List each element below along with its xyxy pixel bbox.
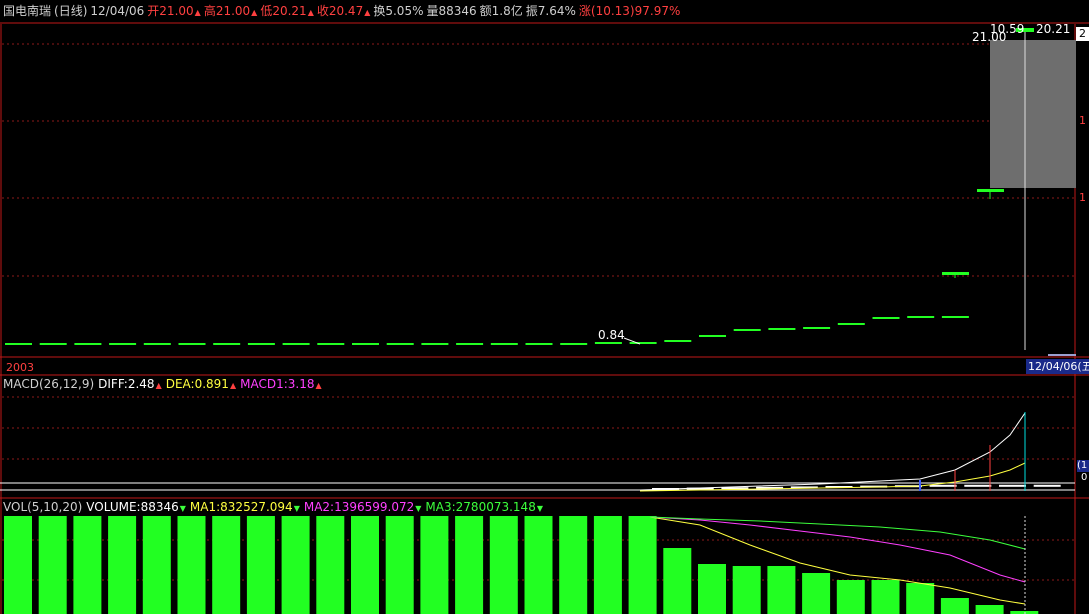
price-candle [39, 343, 67, 345]
vol-title[interactable]: VOL(5,10,20) [3, 500, 82, 514]
vol-title-bar: VOL(5,10,20) VOLUME:88346 MA1:832527.094 MA… [3, 500, 547, 514]
volume-bar [455, 516, 484, 614]
volume-bar [4, 516, 32, 614]
price-candle [837, 323, 865, 325]
chart-canvas[interactable] [0, 0, 1089, 614]
volume-bar [940, 598, 969, 614]
macd-right-label-1: (1 [1077, 460, 1089, 472]
volume-bar [767, 566, 796, 614]
volume-bar [177, 516, 206, 614]
macd-bar [1033, 484, 1061, 487]
macd-right-label-2: 0 [1081, 472, 1088, 483]
price-candle [594, 342, 622, 344]
macd-title-bar: MACD(26,12,9) DIFF:2.48 DEA:0.891 MACD1:3.1… [3, 377, 326, 391]
macd-bar [964, 484, 992, 487]
volume-bar [802, 573, 831, 614]
price-candle [5, 343, 32, 345]
price-candle [421, 343, 449, 345]
price-candle [386, 343, 414, 345]
volume-bar [246, 516, 275, 614]
volume-bar [732, 566, 761, 614]
date-cursor-label: 12/04/06(五 [1026, 359, 1089, 374]
right-axis-tick-1: 1 [1079, 114, 1086, 127]
macd-bar [929, 484, 957, 487]
price-candle [143, 343, 171, 345]
price-candle [247, 343, 275, 345]
right-axis-current-marker[interactable]: 2 [1076, 27, 1089, 41]
price-candle [872, 317, 900, 319]
price-candle [560, 343, 588, 345]
price-candle [282, 343, 310, 345]
price-candle [907, 316, 935, 318]
right-axis-tick-2: 1 [1079, 191, 1086, 204]
volume-bar [420, 516, 449, 614]
price-candle [352, 343, 379, 345]
price-candles [5, 316, 969, 345]
vol-volume: VOLUME:88346 [86, 500, 186, 514]
price-candle [317, 343, 345, 345]
volume-bar [906, 583, 935, 614]
volume-bar [593, 516, 622, 614]
volume-bar [38, 516, 67, 614]
price-candle [941, 316, 969, 318]
vol-ma1: MA1:832527.094 [190, 500, 300, 514]
vol-ma3-line [649, 516, 1026, 550]
volume-bar [698, 564, 726, 614]
price-candle [456, 343, 484, 345]
price-candle [490, 343, 518, 345]
big-candle-body[interactable] [990, 40, 1076, 188]
volume-bar [628, 516, 657, 614]
macd-macd1: MACD1:3.18 [240, 377, 322, 391]
price-candle [109, 343, 137, 345]
volume-bar [975, 605, 1004, 614]
volume-bar [836, 580, 865, 614]
volume-bar [142, 516, 171, 614]
price-candle [213, 343, 241, 345]
macd-dea: DEA:0.891 [166, 377, 236, 391]
price-candle [733, 329, 761, 331]
volume-bar [212, 516, 241, 614]
diff-line [639, 412, 1026, 491]
price-candle [525, 343, 553, 345]
price-grid [2, 43, 1075, 277]
volume-bar [316, 516, 345, 614]
price-candle [664, 340, 692, 342]
volume-bar [871, 580, 900, 614]
volume-bar [489, 516, 518, 614]
annot-hi1: 10.59 [990, 22, 1025, 36]
volume-bar [524, 516, 553, 614]
annot-low-price: 0.84 [598, 328, 625, 342]
macd-grid [2, 396, 1075, 460]
price-candle [803, 327, 831, 329]
price-candle [768, 328, 796, 330]
volume-bar [559, 516, 588, 614]
volume-bar [108, 516, 137, 614]
price-candle [178, 343, 206, 345]
vol-ma3: MA3:2780073.148 [425, 500, 543, 514]
price-candle [629, 342, 657, 344]
annot-hi2: 20.21 [1036, 22, 1071, 36]
volume-bar [73, 516, 102, 614]
year-label: 2003 [6, 361, 34, 374]
volume-bar [281, 516, 310, 614]
macd-diff: DIFF:2.48 [98, 377, 162, 391]
volume-bar [351, 516, 379, 614]
volume-bar [385, 516, 414, 614]
price-candle [74, 343, 102, 345]
vol-ma2: MA2:1396599.072 [304, 500, 422, 514]
volume-bars [4, 516, 1039, 614]
macd-bar [999, 484, 1026, 487]
macd-title[interactable]: MACD(26,12,9) [3, 377, 94, 391]
cursor-bottom-mark [1048, 354, 1076, 356]
price-candle [699, 335, 726, 337]
volume-bar [663, 548, 692, 614]
